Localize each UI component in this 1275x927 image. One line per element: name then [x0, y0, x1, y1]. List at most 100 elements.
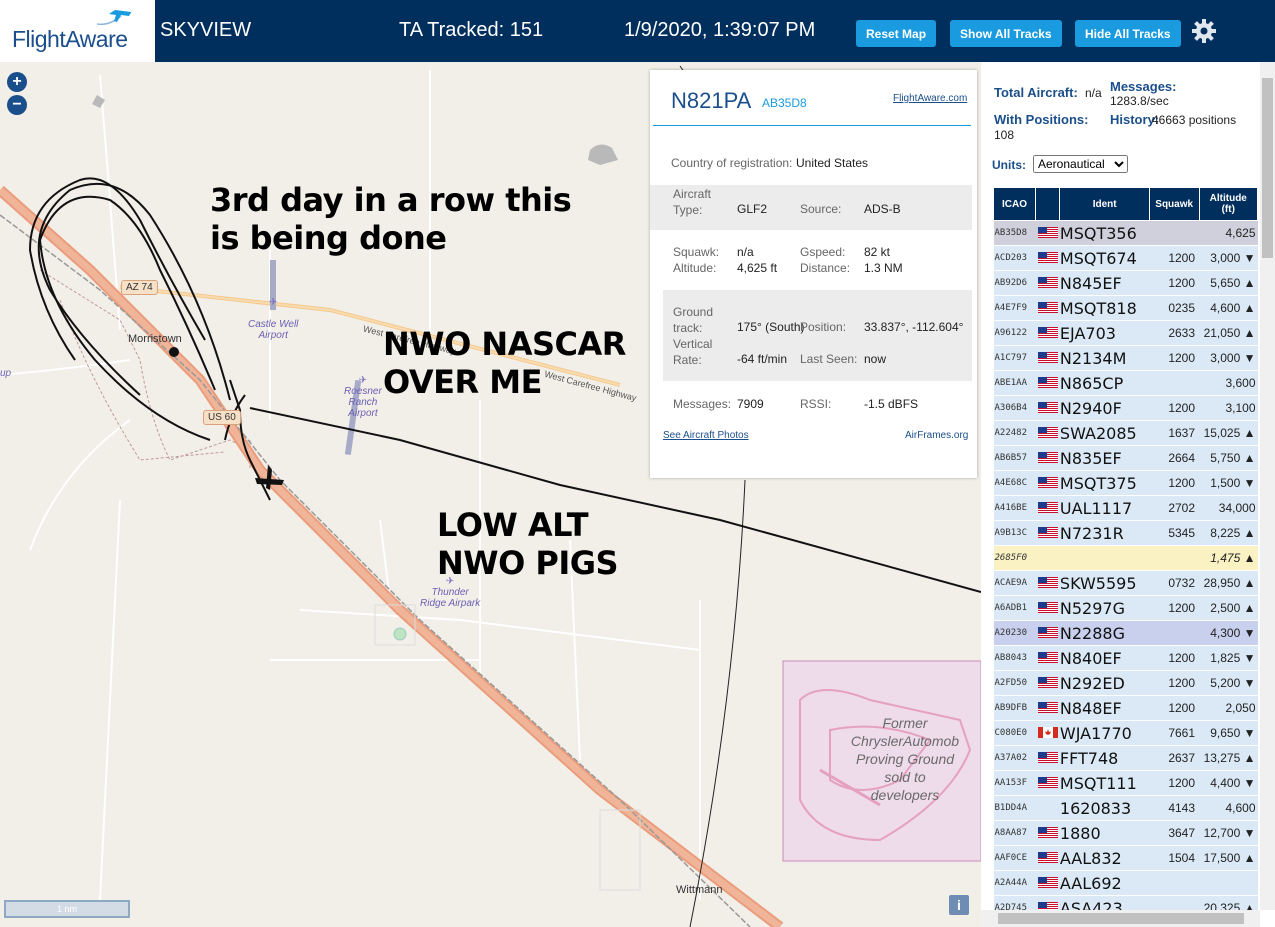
- row-flag: [1035, 295, 1060, 321]
- us-flag-icon: [1037, 377, 1058, 389]
- units-select[interactable]: Aeronautical: [1033, 155, 1128, 173]
- us-flag-icon: [1037, 677, 1058, 689]
- flightaware-logo[interactable]: FlightAware: [0, 0, 155, 62]
- table-row[interactable]: A6ADB1 N5297G 1200 2,500 ▲: [993, 595, 1258, 621]
- altitude-trend-icon: ▼: [1243, 651, 1256, 665]
- table-row[interactable]: AAF0CE AAL832 1504 17,500 ▲: [993, 845, 1258, 871]
- table-row[interactable]: AB92D6 N845EF 1200 5,650 ▲: [993, 270, 1258, 296]
- table-row[interactable]: AB35D8 MSQT356 4,625: [993, 220, 1258, 246]
- table-row[interactable]: AB9DFB N848EF 1200 2,050: [993, 695, 1258, 721]
- row-icao: ACAE9A: [993, 570, 1036, 596]
- row-flag: [1035, 320, 1060, 346]
- row-icao: A2FD50: [993, 670, 1036, 696]
- table-row[interactable]: A9B13C N7231R 5345 8,225 ▲: [993, 520, 1258, 546]
- table-row[interactable]: AA153F MSQT111 1200 4,400 ▼: [993, 770, 1258, 796]
- column-squawk[interactable]: Squawk: [1148, 187, 1200, 221]
- row-flag: [1035, 420, 1060, 446]
- column-altitude[interactable]: Altitude (ft): [1198, 187, 1259, 221]
- airport-castle-well[interactable]: ✈ Castle Well Airport: [248, 286, 298, 341]
- map-info-button[interactable]: i: [949, 895, 969, 915]
- aircraft-photos-link[interactable]: See Aircraft Photos: [663, 430, 749, 441]
- table-row[interactable]: A2FD50 N292ED 1200 5,200 ▼: [993, 670, 1258, 696]
- row-altitude-value: 4,400: [1210, 776, 1241, 790]
- row-squawk: [1149, 620, 1200, 646]
- airframes-link[interactable]: AirFrames.org: [905, 430, 968, 441]
- row-ident: MSQT356: [1059, 220, 1150, 246]
- table-row[interactable]: ABE1AA N865CP 3,600: [993, 370, 1258, 396]
- row-icao: A306B4: [993, 395, 1036, 421]
- flightaware-link[interactable]: FlightAware.com: [893, 93, 967, 104]
- row-altitude-value: 28,950: [1203, 576, 1241, 590]
- reset-map-button[interactable]: Reset Map: [856, 20, 937, 47]
- table-row[interactable]: A22482 SWA2085 1637 15,025 ▲: [993, 420, 1258, 446]
- column-flag[interactable]: [1034, 187, 1061, 221]
- table-row[interactable]: A37A02 FFT748 2637 13,275 ▲: [993, 745, 1258, 771]
- row-ident: WJA1770: [1059, 720, 1150, 746]
- table-row[interactable]: A416BE UAL1117 2702 34,000: [993, 495, 1258, 521]
- zoom-in-button[interactable]: +: [7, 72, 27, 92]
- table-row[interactable]: A20230 N2288G 4,300 ▼: [993, 620, 1258, 646]
- table-row[interactable]: AB6B57 N835EF 2664 5,750 ▲: [993, 445, 1258, 471]
- us-flag-icon: [1037, 777, 1058, 789]
- table-row[interactable]: AB8043 N840EF 1200 1,825 ▼: [993, 645, 1258, 671]
- aircraft-table: ICAO Ident Squawk Altitude (ft) AB35D8 MS…: [993, 187, 1259, 921]
- row-flag: [1035, 470, 1060, 496]
- tracked-count: TA Tracked: 151: [399, 19, 544, 41]
- table-row[interactable]: C080E0 WJA1770 7661 9,650 ▼: [993, 720, 1258, 746]
- table-row[interactable]: A4E7F9 MSQT818 0235 4,600 ▲: [993, 295, 1258, 321]
- top-bar: FlightAware SKYVIEW TA Tracked: 151 1/9/…: [0, 0, 1275, 62]
- messages-label: Messages:: [673, 397, 732, 411]
- gear-icon[interactable]: [1191, 18, 1217, 44]
- row-altitude: 28,950 ▲: [1199, 570, 1258, 596]
- row-altitude: 21,050 ▲: [1199, 320, 1258, 346]
- last-seen-value: now: [864, 352, 887, 366]
- squawk-value: n/a: [737, 245, 754, 259]
- row-squawk: [1149, 870, 1200, 896]
- us-flag-icon: [1037, 602, 1058, 614]
- table-row[interactable]: A1C797 N2134M 1200 3,000 ▼: [993, 345, 1258, 371]
- row-ident: N840EF: [1059, 645, 1150, 671]
- logo-text: FlightAware: [12, 26, 128, 52]
- position-label: Position:: [800, 320, 847, 334]
- row-squawk: 7661: [1149, 720, 1200, 746]
- table-row[interactable]: B1DD4A 1620833 4143 4,600: [993, 795, 1258, 821]
- table-row[interactable]: A4E68C MSQT375 1200 1,500 ▼: [993, 470, 1258, 496]
- table-row[interactable]: ACD203 MSQT674 1200 3,000 ▼: [993, 245, 1258, 271]
- table-row[interactable]: A2A44A AAL692: [993, 870, 1258, 896]
- row-squawk: 1200: [1149, 695, 1200, 721]
- row-altitude-value: 8,225: [1210, 526, 1241, 540]
- table-row[interactable]: A306B4 N2940F 1200 3,100: [993, 395, 1258, 421]
- road-shield-az74: AZ 74: [121, 280, 158, 295]
- table-row[interactable]: 2685F0 1,475 ▲: [993, 545, 1258, 571]
- row-ident: N5297G: [1059, 595, 1150, 621]
- row-altitude-value: 34,000: [1218, 501, 1256, 515]
- vertical-scroll-thumb[interactable]: [1262, 78, 1273, 258]
- row-flag: [1035, 745, 1060, 771]
- column-icao[interactable]: ICAO: [993, 187, 1036, 221]
- row-altitude: 2,050: [1199, 695, 1258, 721]
- row-altitude: 15,025 ▲: [1199, 420, 1258, 446]
- table-row[interactable]: ACAE9A SKW5595 0732 28,950 ▲: [993, 570, 1258, 596]
- airport-roesner-ranch[interactable]: ✈ Roesner Ranch Airport: [344, 375, 382, 419]
- airport-icon: ✈: [358, 375, 368, 386]
- row-icao: A20230: [993, 620, 1036, 646]
- us-flag-icon: [1037, 527, 1058, 539]
- altitude-trend-icon: ▲: [1243, 601, 1256, 615]
- altitude-trend-icon: ▼: [1243, 251, 1256, 265]
- info-row-track: Ground track: 175° (South) Position: 33.…: [663, 290, 972, 381]
- app-title: SKYVIEW: [160, 19, 252, 41]
- row-flag: [1035, 220, 1060, 246]
- hide-all-tracks-button[interactable]: Hide All Tracks: [1075, 20, 1181, 47]
- horizontal-scroll-thumb[interactable]: [998, 913, 1244, 924]
- show-all-tracks-button[interactable]: Show All Tracks: [950, 20, 1062, 47]
- table-row[interactable]: A8AA87 1880 3647 12,700 ▼: [993, 820, 1258, 846]
- row-altitude: 34,000: [1199, 495, 1258, 521]
- table-row[interactable]: A96122 EJA703 2633 21,050 ▲: [993, 320, 1258, 346]
- altitude-value: 4,625 ft: [737, 261, 778, 275]
- zoom-out-button[interactable]: −: [7, 95, 27, 115]
- row-flag: [1035, 720, 1060, 746]
- altitude-trend-icon: ▲: [1243, 276, 1256, 290]
- row-altitude-value: 3,100: [1225, 401, 1256, 415]
- rssi-label: RSSI:: [800, 397, 832, 411]
- column-ident[interactable]: Ident: [1059, 187, 1150, 221]
